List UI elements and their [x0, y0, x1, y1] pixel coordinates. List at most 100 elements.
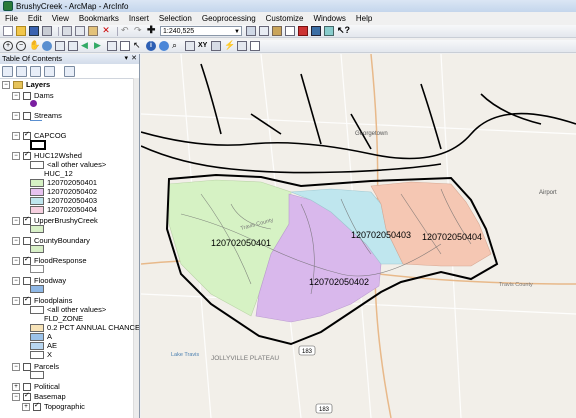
new-icon[interactable] [3, 26, 13, 36]
layer-floodplains[interactable]: − Floodplains [12, 295, 72, 305]
layer-visibility-checkbox[interactable] [23, 382, 31, 391]
collapse-icon[interactable]: − [12, 392, 20, 401]
layer-visibility-checkbox[interactable] [33, 401, 41, 411]
layer-visibility-checkbox[interactable] [23, 276, 31, 285]
expand-icon[interactable]: + [12, 382, 20, 391]
huc-class-401[interactable]: 120702050401 [30, 178, 97, 187]
layer-streams[interactable]: − Streams [12, 111, 62, 120]
collapse-icon[interactable]: − [2, 80, 10, 89]
map-view[interactable]: 183 183 Georgetown Airport Travis County… [141, 54, 576, 418]
layer-floodway[interactable]: − Floodway [12, 276, 66, 285]
fp-class-x[interactable]: X [30, 350, 52, 359]
add-data-icon[interactable]: ✚ [147, 26, 157, 36]
fixed-zoom-in-icon[interactable] [55, 41, 65, 51]
cut-icon[interactable] [62, 26, 72, 36]
menu-edit[interactable]: Edit [23, 14, 47, 23]
collapse-icon[interactable]: − [12, 236, 20, 245]
pan-icon[interactable]: ✋ [29, 41, 40, 51]
collapse-icon[interactable]: − [12, 276, 20, 285]
toc-scrollbar[interactable] [133, 78, 139, 418]
upper-symbol[interactable] [30, 225, 47, 233]
close-icon[interactable]: ✕ [131, 54, 137, 64]
hyperlink-icon[interactable]: ⚡ [224, 41, 235, 51]
menu-windows[interactable]: Windows [308, 14, 350, 23]
huc-other-values[interactable]: <all other values> [30, 160, 106, 169]
collapse-icon[interactable]: − [12, 91, 20, 100]
catalog-icon[interactable] [272, 26, 282, 36]
fp-other-values[interactable]: <all other values> [30, 305, 106, 314]
layer-visibility-checkbox[interactable] [23, 130, 31, 140]
layer-capcog[interactable]: − CAPCOG [12, 130, 67, 140]
find-icon[interactable]: ⌕ [172, 41, 182, 51]
undo-icon[interactable]: ↶ [121, 26, 131, 36]
layer-visibility-checkbox[interactable] [23, 295, 31, 305]
select-features-icon[interactable] [107, 41, 117, 51]
clear-selection-icon[interactable] [120, 41, 130, 51]
list-by-source-icon[interactable] [16, 65, 27, 77]
huc-class-404[interactable]: 120702050404 [30, 205, 97, 214]
copy-icon[interactable] [75, 26, 85, 36]
save-icon[interactable] [29, 26, 39, 36]
floodresp-symbol[interactable] [30, 265, 47, 273]
print-icon[interactable] [42, 26, 52, 36]
layer-visibility-checkbox[interactable] [23, 111, 31, 120]
list-by-drawing-order-icon[interactable] [2, 65, 13, 77]
back-extent-icon[interactable]: ◀ [81, 41, 91, 51]
identify-icon[interactable]: i [146, 41, 156, 51]
menu-insert[interactable]: Insert [124, 14, 154, 23]
html-popup-icon[interactable] [159, 41, 169, 51]
layer-huc12wshed[interactable]: − HUC12Wshed [12, 150, 82, 160]
layer-upperbrushycreek[interactable]: − UpperBrushyCreek [12, 215, 98, 225]
layer-visibility-checkbox[interactable] [23, 150, 31, 160]
zoom-in-icon[interactable]: + [3, 41, 13, 51]
table-icon[interactable] [259, 26, 269, 36]
map-canvas[interactable]: 183 183 Georgetown Airport Travis County… [141, 54, 576, 418]
layer-visibility-checkbox[interactable] [23, 255, 31, 265]
python-icon[interactable] [311, 26, 321, 36]
menu-help[interactable]: Help [351, 14, 377, 23]
model-builder-icon[interactable] [324, 26, 334, 36]
floodway-symbol[interactable] [30, 285, 47, 293]
arctoolbox-icon[interactable] [298, 26, 308, 36]
editor-icon[interactable] [246, 26, 256, 36]
dams-symbol[interactable] [30, 100, 37, 107]
streams-symbol[interactable] [30, 120, 42, 121]
list-by-visibility-icon[interactable] [30, 65, 41, 77]
full-extent-icon[interactable] [42, 41, 52, 51]
layer-visibility-checkbox[interactable] [23, 362, 31, 371]
route-icon[interactable] [185, 41, 195, 51]
collapse-icon[interactable]: − [12, 111, 20, 120]
pin-icon[interactable]: ▾ [124, 54, 128, 64]
search-window-icon[interactable] [285, 26, 295, 36]
menu-selection[interactable]: Selection [154, 14, 197, 23]
delete-icon[interactable]: ✕ [101, 26, 111, 36]
menu-customize[interactable]: Customize [261, 14, 309, 23]
county-symbol[interactable] [30, 245, 47, 253]
paste-icon[interactable] [88, 26, 98, 36]
capcog-symbol[interactable] [30, 140, 49, 150]
fp-class-ae[interactable]: AE [30, 341, 57, 350]
forward-extent-icon[interactable]: ▶ [94, 41, 104, 51]
go-to-xy-icon[interactable]: XY [198, 41, 208, 51]
layer-political[interactable]: + Political [12, 382, 60, 391]
layer-floodresponse[interactable]: − FloodResponse [12, 255, 87, 265]
parcels-symbol[interactable] [30, 371, 47, 379]
collapse-icon[interactable]: − [12, 131, 20, 140]
options-icon[interactable] [64, 65, 75, 77]
time-slider-icon[interactable] [237, 41, 247, 51]
help-pointer-icon[interactable]: ↖? [337, 26, 350, 36]
collapse-icon[interactable]: − [12, 256, 20, 265]
layer-visibility-checkbox[interactable] [23, 391, 31, 401]
open-icon[interactable] [16, 26, 26, 36]
collapse-icon[interactable]: − [12, 216, 20, 225]
measure-icon[interactable] [211, 41, 221, 51]
fp-class-a[interactable]: A [30, 332, 52, 341]
layer-topographic[interactable]: + Topographic [22, 401, 85, 411]
collapse-icon[interactable]: − [12, 151, 20, 160]
tree-root[interactable]: − Layers [2, 80, 50, 89]
huc-class-402[interactable]: 120702050402 [30, 187, 97, 196]
fp-class-02pct[interactable]: 0.2 PCT ANNUAL CHANCE FLOOD [30, 323, 139, 332]
layer-dams[interactable]: − Dams [12, 91, 54, 100]
menu-bookmarks[interactable]: Bookmarks [74, 14, 124, 23]
map-scale-combobox[interactable]: 1:240,525 ▼ [160, 26, 242, 36]
